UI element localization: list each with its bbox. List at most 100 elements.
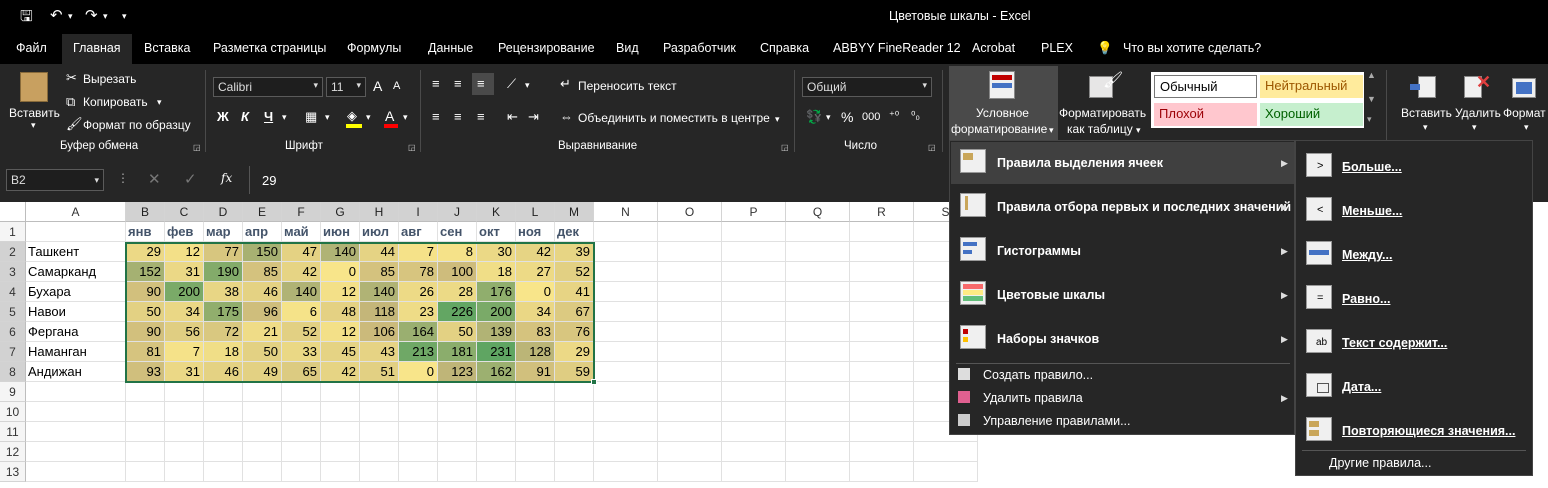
menu-item-manage-rules[interactable]: Управление правилами...	[950, 411, 1294, 433]
shrink-font-button[interactable]: A	[393, 80, 400, 92]
cell[interactable]	[658, 362, 722, 382]
tab-plex[interactable]: PLEX	[1041, 41, 1073, 55]
cell[interactable]	[26, 442, 126, 462]
redo-icon[interactable]: ↷	[85, 6, 98, 24]
cell[interactable]	[786, 462, 850, 482]
menu-item-highlight-cells-rules[interactable]: Правила выделения ячеек ▶	[950, 141, 1294, 185]
cell[interactable]	[786, 302, 850, 322]
cell[interactable]	[658, 222, 722, 242]
cell[interactable]	[282, 402, 321, 422]
format-painter-icon[interactable]: 🖌	[66, 116, 83, 132]
month-header-cell[interactable]: сен	[438, 222, 477, 242]
orientation-dropdown-icon[interactable]: ▾	[525, 80, 530, 91]
cell[interactable]	[850, 242, 914, 262]
undo-dropdown-icon[interactable]: ▾	[68, 11, 73, 22]
cell[interactable]	[126, 402, 165, 422]
clipboard-launcher-icon[interactable]: ◲	[193, 143, 201, 152]
name-box[interactable]: B2 ▾	[6, 169, 104, 191]
cell[interactable]	[786, 382, 850, 402]
cell[interactable]	[26, 402, 126, 422]
column-header[interactable]: K	[477, 202, 516, 222]
cell[interactable]	[594, 462, 658, 482]
cell[interactable]	[594, 262, 658, 282]
city-cell[interactable]: Самарканд	[26, 262, 126, 282]
cancel-icon[interactable]: ✕	[148, 170, 161, 188]
column-header[interactable]: L	[516, 202, 555, 222]
cell[interactable]	[786, 222, 850, 242]
cell[interactable]	[555, 382, 594, 402]
column-header[interactable]: Q	[786, 202, 850, 222]
cell[interactable]	[722, 462, 786, 482]
merge-center-icon[interactable]: ⇔	[560, 109, 573, 124]
row-header[interactable]: 1	[0, 222, 26, 242]
cell[interactable]	[360, 402, 399, 422]
cell[interactable]	[594, 402, 658, 422]
city-cell[interactable]: Ташкент	[26, 242, 126, 262]
month-header-cell[interactable]: апр	[243, 222, 282, 242]
cell[interactable]	[399, 442, 438, 462]
column-header[interactable]: B	[126, 202, 165, 222]
cell[interactable]	[594, 222, 658, 242]
month-header-cell[interactable]: июл	[360, 222, 399, 242]
fill-dropdown-icon[interactable]: ▾	[366, 112, 371, 123]
cell[interactable]	[399, 462, 438, 482]
cell[interactable]	[126, 442, 165, 462]
cell[interactable]	[850, 462, 914, 482]
borders-dropdown-icon[interactable]: ▾	[325, 112, 330, 123]
menu-item-color-scales[interactable]: Цветовые шкалы ▶	[950, 273, 1294, 317]
cell[interactable]	[850, 302, 914, 322]
cell[interactable]	[658, 242, 722, 262]
month-header-cell[interactable]: мар	[204, 222, 243, 242]
cell[interactable]	[914, 442, 978, 462]
cell[interactable]	[594, 362, 658, 382]
month-header-cell[interactable]: июн	[321, 222, 360, 242]
month-header-cell[interactable]: янв	[126, 222, 165, 242]
column-header[interactable]: G	[321, 202, 360, 222]
paste-button[interactable]: Вставить	[9, 106, 60, 120]
submenu-item-between[interactable]: Между...	[1296, 233, 1532, 277]
month-header-cell[interactable]: окт	[477, 222, 516, 242]
paste-dropdown-icon[interactable]: ▾	[31, 120, 36, 131]
insert-cells-icon[interactable]	[1410, 74, 1438, 100]
redo-dropdown-icon[interactable]: ▾	[103, 11, 108, 22]
cell[interactable]	[321, 402, 360, 422]
cell[interactable]	[399, 382, 438, 402]
font-launcher-icon[interactable]: ◲	[408, 143, 416, 152]
cell[interactable]	[722, 402, 786, 422]
cell[interactable]	[722, 302, 786, 322]
cell[interactable]	[658, 382, 722, 402]
cell[interactable]	[243, 382, 282, 402]
cell[interactable]	[360, 462, 399, 482]
cell[interactable]	[658, 262, 722, 282]
format-as-table-icon[interactable]: 🖌	[1089, 72, 1123, 100]
cell[interactable]	[850, 422, 914, 442]
row-header[interactable]: 6	[0, 322, 26, 342]
cell[interactable]	[594, 282, 658, 302]
fill-handle[interactable]	[591, 379, 597, 385]
column-header[interactable]: J	[438, 202, 477, 222]
cell[interactable]	[282, 442, 321, 462]
gallery-more-icon[interactable]: ▾	[1367, 114, 1372, 125]
cell[interactable]	[594, 242, 658, 262]
cell[interactable]	[438, 382, 477, 402]
tab-formulas[interactable]: Формулы	[347, 41, 401, 55]
cell[interactable]	[786, 262, 850, 282]
style-neutral[interactable]: Нейтральный	[1260, 75, 1363, 98]
style-bad[interactable]: Плохой	[1154, 103, 1257, 126]
cell[interactable]	[850, 382, 914, 402]
tab-file[interactable]: Файл	[16, 41, 47, 55]
cell[interactable]	[165, 382, 204, 402]
cell[interactable]	[204, 382, 243, 402]
cell[interactable]	[850, 262, 914, 282]
cell[interactable]	[165, 402, 204, 422]
orientation-icon[interactable]: ⟋	[507, 76, 516, 92]
align-left-icon[interactable]: ≡	[432, 109, 440, 124]
cell[interactable]	[555, 402, 594, 422]
cell[interactable]	[722, 322, 786, 342]
cell[interactable]	[516, 382, 555, 402]
cell[interactable]	[594, 382, 658, 402]
fill-color-icon[interactable]: ◈	[347, 108, 357, 124]
column-header[interactable]: I	[399, 202, 438, 222]
cell[interactable]	[516, 402, 555, 422]
font-name-select[interactable]: Calibri ▾	[213, 77, 323, 97]
